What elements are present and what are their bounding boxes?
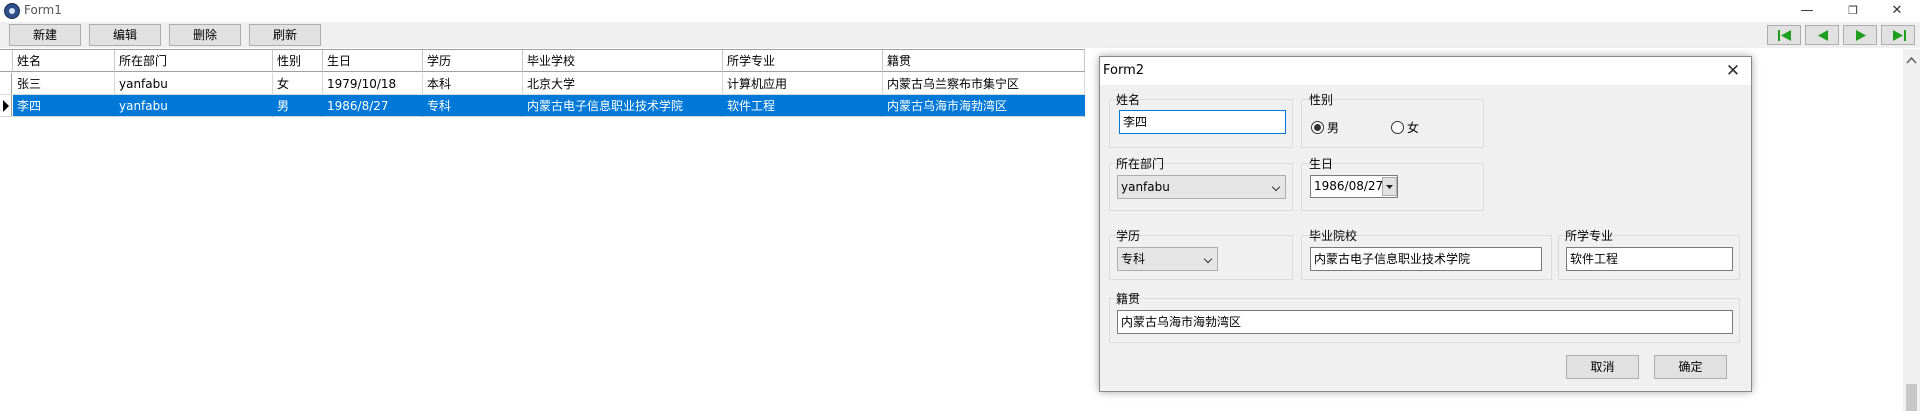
ok-button[interactable]: 确定 — [1654, 355, 1727, 379]
last-record-icon — [1893, 30, 1906, 41]
column-header-hometown[interactable]: 籍贯 — [883, 50, 1085, 72]
birthday-value: 1986/08/27 — [1314, 179, 1384, 193]
prev-record-icon — [1818, 30, 1828, 41]
gender-male-radio[interactable] — [1311, 121, 1324, 134]
current-row-indicator-icon — [3, 100, 9, 112]
window-titlebar — [0, 0, 1920, 22]
name-label: 姓名 — [1116, 93, 1141, 107]
major-input[interactable]: 软件工程 — [1566, 247, 1733, 271]
gender-male-label[interactable]: 男 — [1327, 121, 1339, 135]
delete-button[interactable]: 删除 — [169, 24, 241, 46]
cell-gender[interactable]: 男 — [273, 95, 323, 117]
chevron-down-icon — [1271, 182, 1281, 192]
cell-birthday[interactable]: 1979/10/18 — [323, 73, 423, 95]
window-title: Form1 — [24, 3, 62, 17]
close-button[interactable]: ✕ — [1874, 0, 1920, 22]
edit-button[interactable]: 编辑 — [89, 24, 161, 46]
scroll-up-icon[interactable] — [1903, 53, 1920, 67]
department-select[interactable]: yanfabu — [1117, 175, 1286, 199]
department-value: yanfabu — [1121, 180, 1170, 194]
cell-education[interactable]: 本科 — [423, 73, 523, 95]
grid-corner-header — [0, 50, 13, 72]
school-label: 毕业院校 — [1309, 229, 1358, 243]
cell-name[interactable]: 李四 — [13, 95, 115, 117]
app-icon — [4, 3, 20, 19]
education-select[interactable]: 专科 — [1117, 247, 1218, 271]
dialog-titlebar — [1100, 57, 1751, 85]
new-button[interactable]: 新建 — [9, 24, 81, 46]
major-label: 所学专业 — [1565, 229, 1614, 243]
education-value: 专科 — [1121, 252, 1146, 266]
hometown-label: 籍贯 — [1116, 292, 1141, 306]
education-label: 学历 — [1116, 229, 1141, 243]
column-header-education[interactable]: 学历 — [423, 50, 523, 72]
column-header-school[interactable]: 毕业学校 — [523, 50, 723, 72]
cell-hometown[interactable]: 内蒙古乌海市海勃湾区 — [883, 95, 1085, 117]
department-label: 所在部门 — [1116, 157, 1165, 171]
chevron-down-icon — [1203, 254, 1213, 264]
row-header-current[interactable] — [0, 95, 12, 117]
cell-hometown[interactable]: 内蒙古乌兰察布市集宁区 — [883, 73, 1085, 95]
calendar-dropdown-button[interactable] — [1382, 177, 1397, 196]
cell-department[interactable]: yanfabu — [115, 95, 273, 117]
row-header[interactable] — [0, 73, 12, 95]
refresh-button[interactable]: 刷新 — [249, 24, 321, 46]
form2-dialog: Form2 ✕ 姓名 李四 性别 男 女 所在部门 yanfabu 生日 198… — [1099, 56, 1752, 392]
cell-gender[interactable]: 女 — [273, 73, 323, 95]
scroll-thumb[interactable] — [1906, 384, 1917, 411]
cell-school[interactable]: 内蒙古电子信息职业技术学院 — [523, 95, 723, 117]
column-header-name[interactable]: 姓名 — [13, 50, 115, 72]
cell-birthday[interactable]: 1986/8/27 — [323, 95, 423, 117]
next-record-icon — [1856, 30, 1866, 41]
prev-record-button[interactable] — [1805, 25, 1839, 45]
dialog-close-button[interactable]: ✕ — [1721, 59, 1745, 83]
gender-female-label[interactable]: 女 — [1407, 121, 1419, 135]
vertical-scrollbar[interactable] — [1903, 49, 1920, 411]
school-input[interactable]: 内蒙古电子信息职业技术学院 — [1310, 247, 1542, 271]
cell-education[interactable]: 专科 — [423, 95, 523, 117]
next-record-button[interactable] — [1843, 25, 1877, 45]
birthday-label: 生日 — [1309, 157, 1334, 171]
dropdown-arrow-icon — [1386, 185, 1393, 189]
cell-major[interactable]: 软件工程 — [723, 95, 883, 117]
last-record-button[interactable] — [1881, 25, 1915, 45]
first-record-icon — [1778, 30, 1791, 41]
close-icon: ✕ — [1725, 61, 1741, 81]
cancel-button[interactable]: 取消 — [1566, 355, 1639, 379]
column-header-major[interactable]: 所学专业 — [723, 50, 883, 72]
minimize-button[interactable]: — — [1784, 0, 1830, 22]
cell-major[interactable]: 计算机应用 — [723, 73, 883, 95]
column-header-gender[interactable]: 性别 — [273, 50, 323, 72]
dialog-title: Form2 — [1103, 63, 1145, 78]
restore-button[interactable]: ❐ — [1830, 0, 1876, 22]
column-header-department[interactable]: 所在部门 — [115, 50, 273, 72]
cell-school[interactable]: 北京大学 — [523, 73, 723, 95]
name-input[interactable]: 李四 — [1119, 110, 1286, 134]
column-header-birthday[interactable]: 生日 — [323, 50, 423, 72]
first-record-button[interactable] — [1767, 25, 1801, 45]
cell-department[interactable]: yanfabu — [115, 73, 273, 95]
cell-name[interactable]: 张三 — [13, 73, 115, 95]
hometown-input[interactable]: 内蒙古乌海市海勃湾区 — [1117, 310, 1733, 334]
gender-label: 性别 — [1309, 93, 1334, 107]
gender-female-radio[interactable] — [1391, 121, 1404, 134]
